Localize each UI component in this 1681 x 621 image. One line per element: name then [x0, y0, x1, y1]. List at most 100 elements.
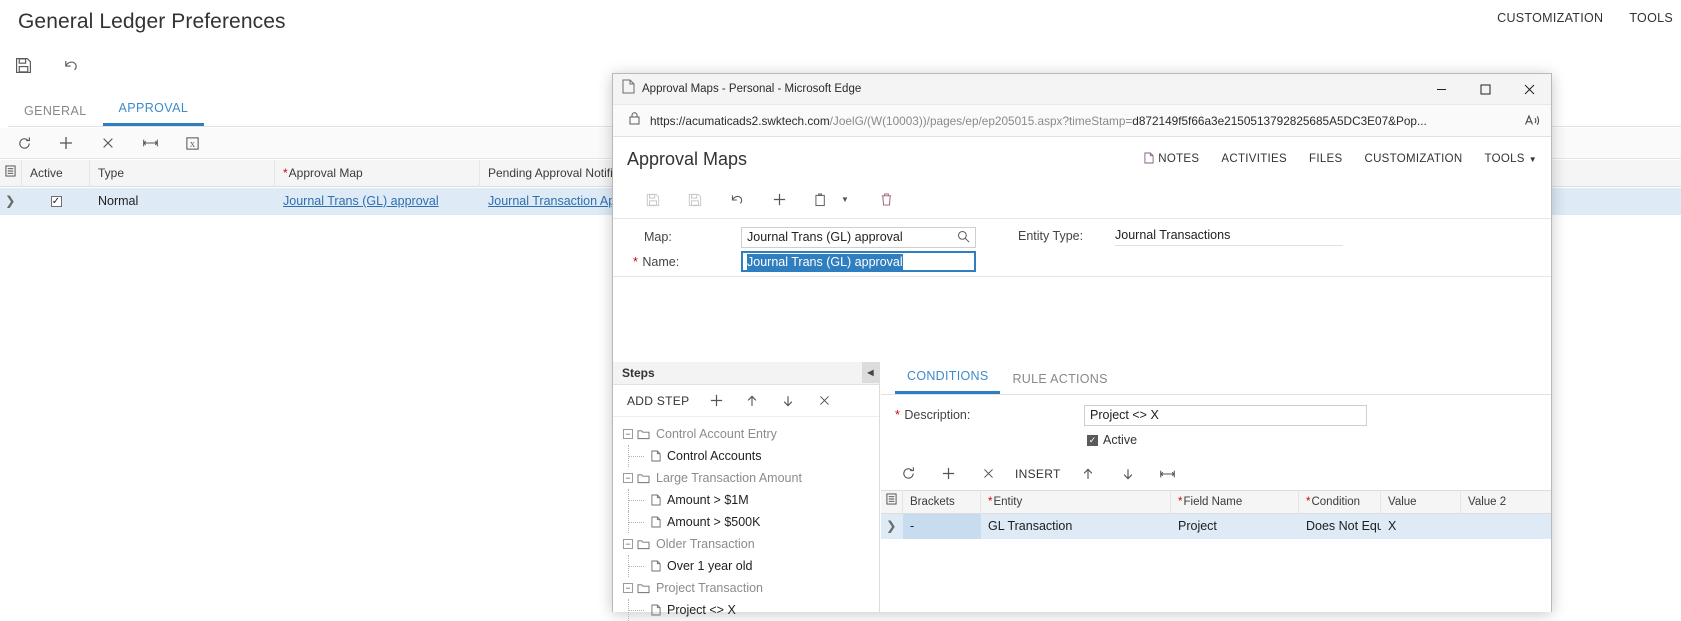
minimize-icon[interactable] — [1419, 74, 1463, 105]
grid-settings-icon[interactable] — [881, 490, 903, 514]
cell-value-2[interactable] — [1461, 514, 1549, 539]
column-entity[interactable]: *Entity — [981, 490, 1171, 514]
expander-icon[interactable]: − — [623, 473, 633, 483]
active-field[interactable]: Active — [1087, 433, 1137, 447]
tree-node-leaf[interactable]: Over 1 year old — [623, 555, 879, 577]
move-up-icon[interactable] — [1075, 461, 1101, 487]
top-nav-customization[interactable]: CUSTOMIZATION — [1497, 11, 1603, 25]
add-icon[interactable] — [50, 130, 82, 156]
expander-icon[interactable]: − — [623, 539, 633, 549]
edge-title-bar[interactable]: Approval Maps - Personal - Microsoft Edg… — [613, 74, 1551, 105]
tab-general[interactable]: GENERAL — [8, 98, 103, 126]
tree-stub — [628, 456, 644, 457]
tab-approval[interactable]: APPROVAL — [103, 95, 205, 126]
search-icon[interactable] — [957, 230, 970, 248]
chevron-down-icon[interactable]: ▼ — [841, 195, 849, 204]
column-value[interactable]: Value — [1381, 490, 1461, 514]
tree-node-leaf[interactable]: Amount > $500K — [623, 511, 879, 533]
nav-customization[interactable]: CUSTOMIZATION — [1364, 153, 1462, 165]
tree-node-group[interactable]: − Project Transaction — [623, 577, 879, 599]
column-value-2[interactable]: Value 2 — [1461, 490, 1549, 514]
tab-rule-actions[interactable]: RULE ACTIONS — [1000, 367, 1119, 394]
add-icon[interactable] — [935, 461, 961, 487]
save-and-close-icon[interactable] — [681, 186, 709, 214]
tree-node-group[interactable]: − Control Account Entry — [623, 423, 879, 445]
url-text[interactable]: https://acumaticads2.swktech.com/JoelG/(… — [650, 114, 1513, 128]
nav-tools[interactable]: TOOLS ▼ — [1485, 153, 1538, 165]
cell-value[interactable]: X — [1381, 514, 1461, 539]
undo-icon[interactable] — [723, 186, 751, 214]
active-checkbox[interactable] — [1087, 435, 1098, 446]
map-input[interactable]: Journal Trans (GL) approval — [741, 227, 976, 248]
add-icon[interactable] — [703, 388, 729, 414]
cell-field-name[interactable]: Project — [1171, 514, 1299, 539]
move-down-icon[interactable] — [775, 388, 801, 414]
tree-node-leaf[interactable]: Amount > $1M — [623, 489, 879, 511]
tree-node-label: Project Transaction — [656, 581, 763, 595]
nav-files[interactable]: FILES — [1309, 153, 1342, 165]
delete-icon[interactable] — [873, 186, 901, 214]
delete-icon[interactable] — [92, 130, 124, 156]
edge-url-bar[interactable]: https://acumaticads2.swktech.com/JoelG/(… — [613, 105, 1551, 137]
move-up-icon[interactable] — [739, 388, 765, 414]
grid-settings-icon[interactable] — [0, 160, 22, 187]
add-step-button[interactable]: ADD STEP — [627, 394, 689, 408]
nav-notes[interactable]: NOTES — [1144, 152, 1199, 167]
add-icon[interactable] — [765, 186, 793, 214]
copy-paste-icon[interactable] — [807, 186, 835, 214]
popup-nav: NOTES ACTIVITIES FILES CUSTOMIZATION TOO… — [1144, 152, 1537, 167]
fit-columns-icon[interactable] — [134, 130, 166, 156]
refresh-icon[interactable] — [895, 461, 921, 487]
tree-stub — [628, 610, 644, 611]
refresh-icon[interactable] — [8, 130, 40, 156]
tree-node-label: Control Accounts — [667, 449, 762, 463]
cell-active[interactable] — [22, 188, 90, 215]
cell-entity[interactable]: GL Transaction — [981, 514, 1171, 539]
export-excel-icon[interactable]: X — [176, 130, 208, 156]
expander-icon[interactable]: − — [623, 429, 633, 439]
row-expander-icon[interactable]: ❯ — [0, 188, 22, 215]
column-label: Field Name — [1183, 496, 1242, 508]
tree-node-group[interactable]: − Large Transaction Amount — [623, 467, 879, 489]
active-checkbox[interactable] — [51, 196, 62, 207]
tree-node-group[interactable]: − Older Transaction — [623, 533, 879, 555]
maximize-icon[interactable] — [1463, 74, 1507, 105]
cell-approval-map-link[interactable]: Journal Trans (GL) approval — [275, 188, 480, 215]
tree-node-leaf[interactable]: Control Accounts — [623, 445, 879, 467]
cell-condition[interactable]: Does Not Equa — [1299, 514, 1381, 539]
insert-button[interactable]: INSERT — [1015, 467, 1061, 481]
description-input[interactable]: Project <> X — [1084, 405, 1367, 426]
expander-icon[interactable]: − — [623, 583, 633, 593]
column-field-name[interactable]: *Field Name — [1171, 490, 1299, 514]
page-favicon-icon — [622, 79, 635, 99]
delete-icon[interactable] — [811, 388, 837, 414]
save-icon[interactable] — [8, 50, 38, 80]
row-expander-icon[interactable]: ❯ — [881, 514, 903, 539]
conditions-grid-toolbar: INSERT — [881, 457, 1551, 490]
column-active[interactable]: Active — [22, 160, 90, 187]
close-icon[interactable] — [1507, 74, 1551, 105]
folder-icon — [637, 583, 650, 594]
delete-icon[interactable] — [975, 461, 1001, 487]
required-marker: * — [1306, 496, 1310, 508]
move-down-icon[interactable] — [1115, 461, 1141, 487]
table-row[interactable]: ❯ - GL Transaction Project Does Not Equa… — [881, 514, 1551, 539]
tab-conditions[interactable]: CONDITIONS — [895, 364, 1000, 394]
read-aloud-icon[interactable] — [1513, 113, 1551, 128]
tree-node-label: Amount > $1M — [667, 493, 749, 507]
collapse-panel-icon[interactable]: ◀ — [862, 362, 879, 383]
name-input[interactable]: Journal Trans (GL) approval — [741, 251, 976, 272]
column-brackets[interactable]: Brackets — [903, 490, 981, 514]
cell-brackets[interactable]: - — [903, 514, 981, 539]
fit-columns-icon[interactable] — [1155, 461, 1181, 487]
undo-icon[interactable] — [56, 50, 86, 80]
column-approval-map[interactable]: *Approval Map — [275, 160, 480, 187]
nav-activities[interactable]: ACTIVITIES — [1221, 153, 1287, 165]
column-type[interactable]: Type — [90, 160, 275, 187]
column-condition[interactable]: *Condition — [1299, 490, 1381, 514]
save-icon[interactable] — [639, 186, 667, 214]
steps-toolbar: ADD STEP — [613, 385, 879, 417]
tree-node-leaf[interactable]: Project <> X — [623, 599, 879, 621]
notes-icon — [1144, 152, 1154, 167]
top-nav-tools[interactable]: TOOLS — [1629, 11, 1673, 25]
